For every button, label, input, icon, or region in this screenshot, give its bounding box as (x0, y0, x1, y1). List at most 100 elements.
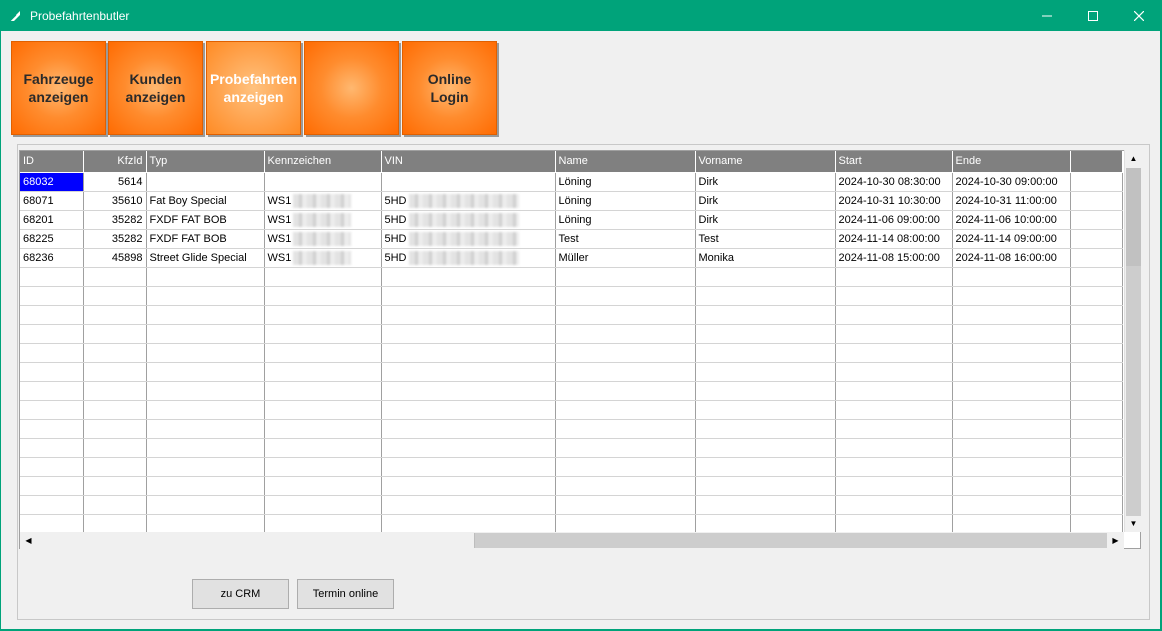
empty-cell[interactable] (20, 305, 84, 325)
cell-vorname[interactable]: Dirk (695, 210, 836, 230)
empty-cell[interactable] (20, 324, 84, 344)
empty-cell[interactable] (952, 495, 1071, 515)
empty-cell[interactable] (83, 495, 147, 515)
empty-cell[interactable] (1070, 419, 1123, 439)
cell-typ[interactable]: Street Glide Special (146, 248, 265, 268)
cell-kennzeichen[interactable]: WS1 (264, 210, 382, 230)
col-header-id[interactable]: ID (20, 151, 84, 173)
empty-cell[interactable] (952, 267, 1071, 287)
empty-cell[interactable] (952, 457, 1071, 477)
cell-vin[interactable]: 5HD (381, 210, 556, 230)
empty-cell[interactable] (20, 400, 84, 420)
cell-kfzid[interactable]: 45898 (83, 248, 147, 268)
cell-ende[interactable]: 2024-11-14 09:00:00 (952, 229, 1071, 249)
maximize-button[interactable] (1070, 0, 1116, 31)
empty-cell[interactable] (695, 400, 836, 420)
empty-cell[interactable] (1070, 457, 1123, 477)
cell-start[interactable]: 2024-10-31 10:30:00 (835, 191, 953, 211)
zu-crm-button[interactable]: zu CRM (192, 579, 289, 609)
empty-cell[interactable] (381, 286, 556, 306)
scroll-up-icon[interactable]: ▲ (1125, 150, 1142, 167)
table-row[interactable]: 68032 5614 Löning Dirk 2024-10-30 08:30:00 20… (20, 172, 1123, 192)
empty-cell[interactable] (264, 324, 382, 344)
empty-cell[interactable] (83, 267, 147, 287)
empty-cell[interactable] (146, 362, 265, 382)
empty-cell[interactable] (1070, 324, 1123, 344)
empty-cell[interactable] (20, 457, 84, 477)
cell-kfzid[interactable]: 35282 (83, 210, 147, 230)
empty-cell[interactable] (264, 267, 382, 287)
empty-cell[interactable] (835, 495, 953, 515)
empty-cell[interactable] (264, 343, 382, 363)
empty-cell[interactable] (835, 381, 953, 401)
empty-cell[interactable] (952, 514, 1071, 534)
empty-cell[interactable] (381, 419, 556, 439)
empty-cell[interactable] (83, 400, 147, 420)
cell-vin[interactable]: 5HD (381, 248, 556, 268)
empty-cell[interactable] (1070, 362, 1123, 382)
empty-cell[interactable] (83, 419, 147, 439)
empty-cell[interactable] (264, 381, 382, 401)
cell-kennzeichen[interactable]: WS1 (264, 191, 382, 211)
empty-cell[interactable] (20, 343, 84, 363)
cell-vorname[interactable]: Dirk (695, 191, 836, 211)
empty-cell[interactable] (695, 514, 836, 534)
col-header-kfzid[interactable]: KfzId (83, 151, 147, 173)
empty-cell[interactable] (20, 438, 84, 458)
empty-cell[interactable] (695, 324, 836, 344)
empty-cell[interactable] (381, 324, 556, 344)
cell-name[interactable]: Löning (555, 210, 696, 230)
cell-start[interactable]: 2024-10-30 08:30:00 (835, 172, 953, 192)
empty-cell[interactable] (381, 514, 556, 534)
empty-cell[interactable] (555, 400, 696, 420)
horizontal-scrollbar[interactable]: ◀ ▶ (20, 532, 1124, 549)
empty-cell[interactable] (264, 305, 382, 325)
vertical-scroll-thumb[interactable] (1126, 168, 1141, 266)
cell-id[interactable]: 68071 (20, 191, 84, 211)
col-header-ende[interactable]: Ende (952, 151, 1071, 173)
empty-cell[interactable] (835, 438, 953, 458)
scroll-down-icon[interactable]: ▼ (1125, 515, 1142, 532)
probefahrten-grid[interactable]: ID KfzId Typ Kennzeichen VIN Name Vornam… (19, 150, 1141, 549)
cell-kennzeichen[interactable] (264, 172, 382, 192)
empty-cell[interactable] (83, 438, 147, 458)
empty-cell[interactable] (952, 438, 1071, 458)
empty-cell[interactable] (146, 400, 265, 420)
cell-name[interactable]: Müller (555, 248, 696, 268)
table-row[interactable]: 68225 35282 FXDF FAT BOB WS1 5HD Test Test 2024… (20, 229, 1123, 249)
scroll-right-icon[interactable]: ▶ (1107, 532, 1124, 549)
empty-cell[interactable] (264, 419, 382, 439)
empty-cell[interactable] (555, 476, 696, 496)
vertical-scroll-track[interactable] (1126, 266, 1141, 516)
cell-kfzid[interactable]: 5614 (83, 172, 147, 192)
cell-vorname[interactable]: Monika (695, 248, 836, 268)
empty-cell[interactable] (83, 381, 147, 401)
cell-typ[interactable] (146, 172, 265, 192)
empty-cell[interactable] (20, 514, 84, 534)
empty-cell[interactable] (952, 476, 1071, 496)
empty-cell[interactable] (381, 495, 556, 515)
empty-cell[interactable] (555, 514, 696, 534)
cell-typ[interactable]: Fat Boy Special (146, 191, 265, 211)
empty-cell[interactable] (146, 476, 265, 496)
empty-cell[interactable] (146, 457, 265, 477)
cell-start[interactable]: 2024-11-06 09:00:00 (835, 210, 953, 230)
empty-cell[interactable] (1070, 495, 1123, 515)
empty-cell[interactable] (952, 305, 1071, 325)
table-row[interactable]: 68071 35610 Fat Boy Special WS1 5HD Löning Dir… (20, 191, 1123, 211)
cell-name[interactable]: Löning (555, 191, 696, 211)
empty-cell[interactable] (555, 286, 696, 306)
col-header-vin[interactable]: VIN (381, 151, 556, 173)
cell-ende[interactable]: 2024-11-08 16:00:00 (952, 248, 1071, 268)
cell-kfzid[interactable]: 35610 (83, 191, 147, 211)
horizontal-scroll-track[interactable] (475, 533, 1107, 548)
empty-cell[interactable] (20, 267, 84, 287)
cell-vin[interactable] (381, 172, 556, 192)
empty-cell[interactable] (264, 495, 382, 515)
empty-cell[interactable] (146, 438, 265, 458)
empty-cell[interactable] (381, 457, 556, 477)
cell-ende[interactable]: 2024-10-30 09:00:00 (952, 172, 1071, 192)
close-button[interactable] (1116, 0, 1162, 31)
cell-start[interactable]: 2024-11-14 08:00:00 (835, 229, 953, 249)
empty-cell[interactable] (952, 343, 1071, 363)
